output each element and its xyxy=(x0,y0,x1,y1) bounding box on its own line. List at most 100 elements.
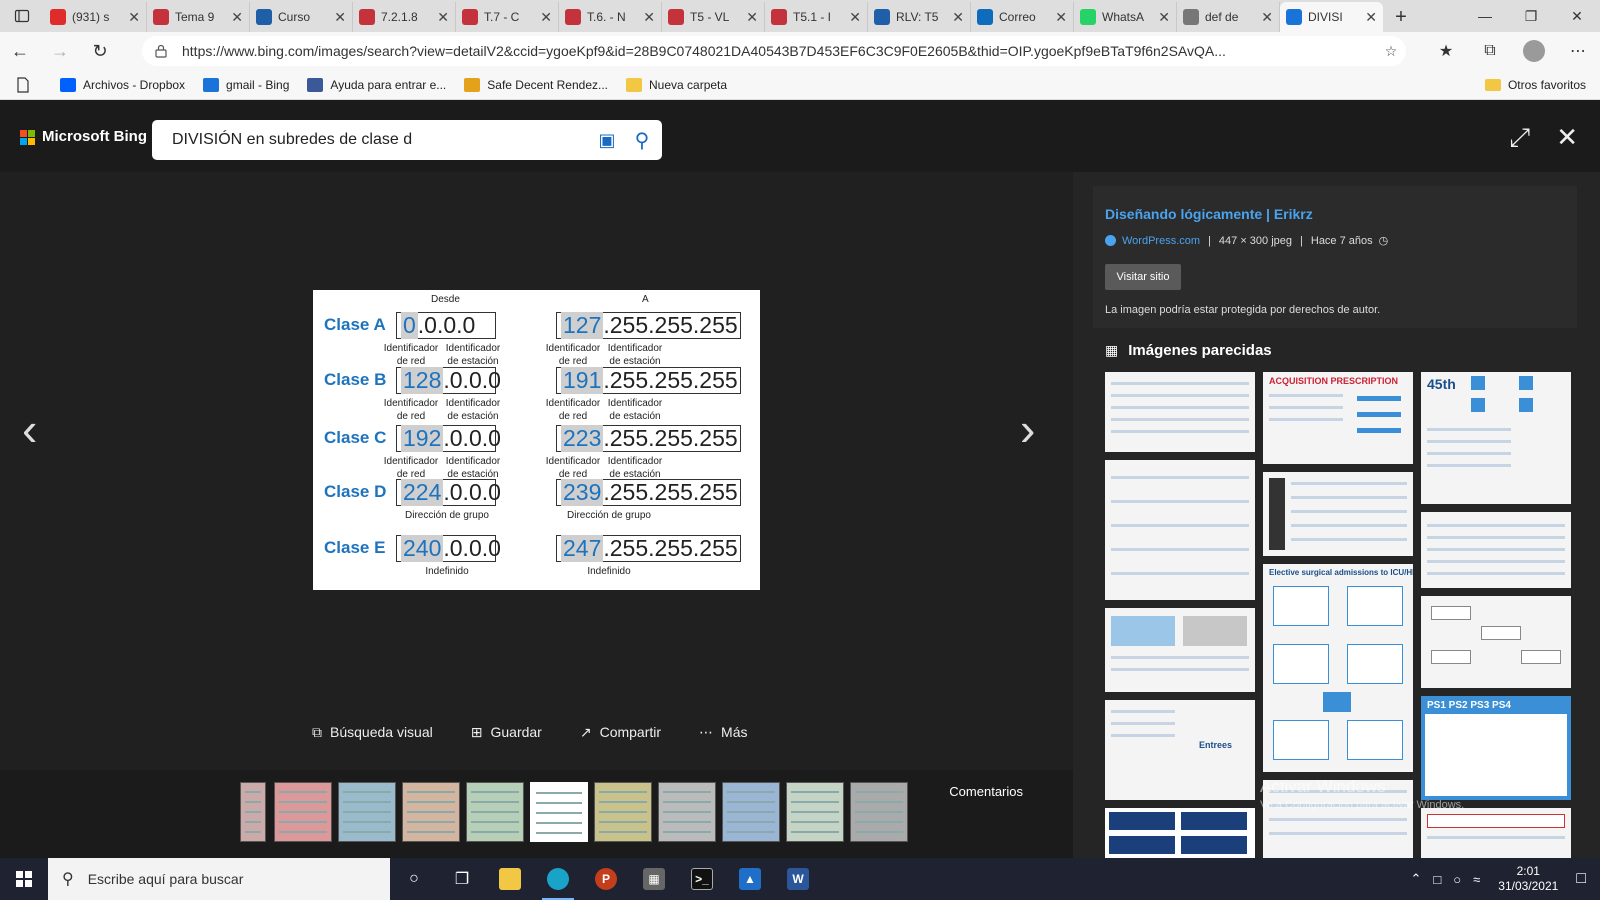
filmstrip-thumbnail[interactable] xyxy=(658,782,716,842)
comments-link[interactable]: Comentarios xyxy=(949,784,1023,799)
taskbar-search[interactable]: ⚲ Escribe aquí para buscar xyxy=(48,858,390,900)
search-query[interactable]: DIVISIÓN en subredes de clase d xyxy=(172,131,592,149)
next-arrow-icon[interactable]: › xyxy=(1020,402,1035,456)
tab-close-icon[interactable]: ✕ xyxy=(128,9,140,26)
previous-arrow-icon[interactable]: ‹ xyxy=(22,402,37,456)
similar-image[interactable] xyxy=(1263,472,1413,556)
similar-image[interactable]: Entrees xyxy=(1105,700,1255,800)
visual-search-button[interactable]: ⧉ Búsqueda visual xyxy=(312,724,433,741)
restore-icon[interactable]: ❐ xyxy=(1508,0,1554,32)
cortana-icon[interactable]: ○ xyxy=(390,858,438,900)
tab-close-icon[interactable]: ✕ xyxy=(952,9,964,26)
search-input[interactable]: DIVISIÓN en subredes de clase d ▣ ⚲ xyxy=(152,120,662,160)
filmstrip-thumbnail[interactable] xyxy=(530,782,588,842)
browser-tab[interactable]: 7.2.1.8 ✕ xyxy=(353,2,456,32)
profile-avatar[interactable] xyxy=(1512,32,1556,70)
browser-tab[interactable]: DIVISI ✕ xyxy=(1280,2,1383,32)
add-favorite-icon[interactable]: ☆ xyxy=(1376,43,1406,60)
favorites-icon[interactable]: ★ xyxy=(1424,32,1468,70)
browser-tab[interactable]: def de ✕ xyxy=(1177,2,1280,32)
other-favorites[interactable]: Otros favoritos xyxy=(1484,78,1586,92)
tab-close-icon[interactable]: ✕ xyxy=(437,9,449,26)
more-button[interactable]: ⋯ Más xyxy=(699,724,747,741)
filmstrip-thumbnail[interactable] xyxy=(274,782,332,842)
favorite-item[interactable]: gmail - Bing xyxy=(203,77,289,92)
file-explorer-icon[interactable] xyxy=(486,858,534,900)
terminal-icon[interactable]: >_ xyxy=(678,858,726,900)
new-tab-button[interactable]: + xyxy=(1383,2,1419,32)
similar-image[interactable] xyxy=(1105,460,1255,600)
filmstrip-thumbnail[interactable] xyxy=(240,782,266,842)
browser-tab[interactable]: Tema 9 ✕ xyxy=(147,2,250,32)
filmstrip-thumbnail[interactable] xyxy=(466,782,524,842)
packet-tracer-icon[interactable]: ▲ xyxy=(726,858,774,900)
tab-close-icon[interactable]: ✕ xyxy=(1365,9,1377,26)
browser-tab[interactable]: T5 - VL ✕ xyxy=(662,2,765,32)
minimize-icon[interactable]: — xyxy=(1462,0,1508,32)
forward-icon[interactable]: → xyxy=(40,32,80,70)
back-icon[interactable]: ← xyxy=(0,32,40,70)
favorite-item[interactable]: Safe Decent Rendez... xyxy=(464,77,608,92)
browser-tab[interactable]: Curso ✕ xyxy=(250,2,353,32)
share-button[interactable]: ↗ Compartir xyxy=(580,724,661,741)
similar-image[interactable] xyxy=(1105,608,1255,692)
tab-actions-icon[interactable] xyxy=(0,0,44,32)
browser-tab[interactable]: T5.1 - I ✕ xyxy=(765,2,868,32)
word-icon[interactable]: W xyxy=(774,858,822,900)
tab-close-icon[interactable]: ✕ xyxy=(1261,9,1273,26)
similar-image[interactable] xyxy=(1105,372,1255,452)
browser-tab[interactable]: RLV: T5 ✕ xyxy=(868,2,971,32)
tab-close-icon[interactable]: ✕ xyxy=(334,9,346,26)
visit-site-button[interactable]: Visitar sitio xyxy=(1105,264,1181,290)
tab-close-icon[interactable]: ✕ xyxy=(1055,9,1067,26)
filmstrip-thumbnail[interactable] xyxy=(594,782,652,842)
source-domain[interactable]: WordPress.com xyxy=(1122,235,1200,247)
notifications-icon[interactable]: □ xyxy=(1576,870,1586,888)
calculator-icon[interactable]: ▦ xyxy=(630,858,678,900)
tab-close-icon[interactable]: ✕ xyxy=(1158,9,1170,26)
powerpoint-icon[interactable]: P xyxy=(582,858,630,900)
settings-more-icon[interactable]: ⋯ xyxy=(1556,32,1600,70)
similar-image[interactable]: 45th xyxy=(1421,372,1571,504)
favorite-item[interactable]: Archivos - Dropbox xyxy=(60,77,185,92)
wifi-icon[interactable]: ≈ xyxy=(1473,872,1480,887)
tab-close-icon[interactable]: ✕ xyxy=(849,9,861,26)
close-window-icon[interactable]: ✕ xyxy=(1554,0,1600,32)
browser-tab[interactable]: T.6. - N ✕ xyxy=(559,2,662,32)
similar-image[interactable] xyxy=(1105,808,1255,858)
filmstrip-thumbnail[interactable] xyxy=(786,782,844,842)
close-icon[interactable]: ✕ xyxy=(1556,122,1578,154)
filmstrip-thumbnail[interactable] xyxy=(850,782,908,842)
visual-search-icon[interactable]: ▣ xyxy=(592,130,622,151)
refresh-icon[interactable]: ↻ xyxy=(80,32,120,70)
lock-icon[interactable] xyxy=(154,44,168,58)
browser-tab[interactable]: T.7 - C ✕ xyxy=(456,2,559,32)
favorite-item[interactable]: Nueva carpeta xyxy=(626,77,727,92)
tab-close-icon[interactable]: ✕ xyxy=(643,9,655,26)
filmstrip-thumbnail[interactable] xyxy=(402,782,460,842)
search-icon[interactable]: ⚲ xyxy=(622,128,662,153)
similar-image[interactable]: Elective surgical admissions to ICU/HDU xyxy=(1263,564,1413,772)
collections-icon[interactable]: ⧉ xyxy=(1468,32,1512,70)
microsoft-logo-icon[interactable] xyxy=(20,130,36,146)
start-button[interactable] xyxy=(0,858,48,900)
clock[interactable]: 2:01 31/03/2021 xyxy=(1498,864,1558,894)
browser-tab[interactable]: WhatsA ✕ xyxy=(1074,2,1177,32)
expand-icon[interactable]: ⤢ xyxy=(1509,122,1530,154)
similar-image[interactable] xyxy=(1421,808,1571,858)
device-icon[interactable]: □ xyxy=(1433,872,1441,887)
similar-image[interactable]: ACQUISITION PRESCRIPTION xyxy=(1263,372,1413,464)
task-view-icon[interactable]: ❐ xyxy=(438,858,486,900)
similar-image[interactable] xyxy=(1421,512,1571,588)
bing-brand[interactable]: Microsoft Bing xyxy=(42,128,147,145)
tab-close-icon[interactable]: ✕ xyxy=(746,9,758,26)
save-button[interactable]: ⊞ Guardar xyxy=(471,724,542,741)
browser-tab[interactable]: Correo ✕ xyxy=(971,2,1074,32)
network-icon[interactable]: ○ xyxy=(1453,872,1461,887)
similar-image[interactable] xyxy=(1421,596,1571,688)
chevron-up-icon[interactable]: ⌃ xyxy=(1411,871,1422,887)
url-field[interactable]: https://www.bing.com/images/search?view=… xyxy=(142,36,1406,66)
favorite-item[interactable]: Ayuda para entrar e... xyxy=(307,77,446,92)
source-title[interactable]: Diseñando lógicamente | Erikrz xyxy=(1105,206,1313,222)
filmstrip-thumbnail[interactable] xyxy=(722,782,780,842)
